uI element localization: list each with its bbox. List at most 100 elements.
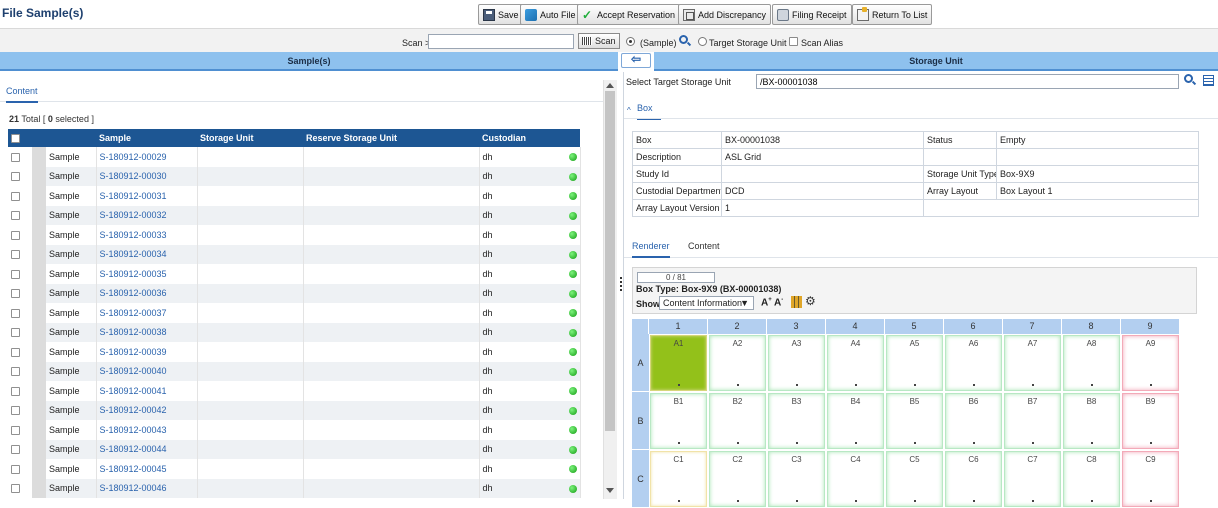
grid-column-header[interactable]: 1 bbox=[649, 319, 708, 334]
sample-link[interactable]: S-180912-00036 bbox=[100, 288, 167, 298]
left-scrollbar-thumb[interactable] bbox=[605, 91, 615, 431]
column-header-reserve-storage-unit[interactable]: Reserve Storage Unit bbox=[303, 129, 479, 147]
grid-cell[interactable]: A4 bbox=[827, 335, 884, 391]
search-icon[interactable] bbox=[679, 35, 688, 44]
row-checkbox[interactable] bbox=[11, 406, 20, 416]
scroll-down-arrow-icon[interactable] bbox=[606, 488, 614, 493]
table-row[interactable]: Sample S-180912-00040 dh bbox=[8, 361, 581, 381]
row-drag-handle[interactable] bbox=[32, 264, 46, 284]
grid-column-header[interactable]: 5 bbox=[885, 319, 944, 334]
sample-link[interactable]: S-180912-00040 bbox=[100, 366, 167, 376]
grid-cell[interactable]: B5 bbox=[886, 393, 943, 449]
sample-link[interactable]: S-180912-00029 bbox=[100, 152, 167, 162]
row-drag-handle[interactable] bbox=[32, 186, 46, 206]
row-drag-handle[interactable] bbox=[32, 420, 46, 440]
scan-alias-checkbox[interactable] bbox=[789, 37, 798, 46]
table-row[interactable]: Sample S-180912-00029 dh bbox=[8, 147, 581, 167]
table-row[interactable]: Sample S-180912-00036 dh bbox=[8, 283, 581, 303]
scan-button[interactable]: Scan bbox=[578, 33, 620, 49]
grid-cell[interactable]: A5 bbox=[886, 335, 943, 391]
target-list-icon[interactable] bbox=[1203, 75, 1214, 86]
row-drag-handle[interactable] bbox=[32, 400, 46, 420]
row-drag-handle[interactable] bbox=[32, 381, 46, 401]
row-checkbox[interactable] bbox=[11, 152, 20, 162]
row-drag-handle[interactable] bbox=[32, 478, 46, 498]
return-to-list-button[interactable]: Return To List bbox=[852, 4, 933, 25]
sample-link[interactable]: S-180912-00044 bbox=[100, 444, 167, 454]
row-checkbox[interactable] bbox=[11, 269, 20, 279]
row-checkbox[interactable] bbox=[11, 172, 20, 182]
grid-column-header[interactable]: 8 bbox=[1062, 319, 1121, 334]
grid-cell[interactable]: A6 bbox=[945, 335, 1002, 391]
grid-row-header[interactable]: C bbox=[632, 450, 649, 508]
table-row[interactable]: Sample S-180912-00031 dh bbox=[8, 186, 581, 206]
table-row[interactable]: Sample S-180912-00038 dh bbox=[8, 322, 581, 342]
tab-content-right[interactable]: Content bbox=[688, 241, 720, 251]
auto-file-button[interactable]: Auto File bbox=[520, 4, 581, 25]
scroll-up-arrow-icon[interactable] bbox=[606, 83, 614, 88]
sample-link[interactable]: S-180912-00033 bbox=[100, 230, 167, 240]
row-checkbox[interactable] bbox=[11, 250, 20, 260]
sample-link[interactable]: S-180912-00037 bbox=[100, 308, 167, 318]
grid-column-header[interactable]: 4 bbox=[826, 319, 885, 334]
row-checkbox[interactable] bbox=[11, 230, 20, 240]
font-increase-icon[interactable]: A+ bbox=[761, 297, 772, 308]
table-row[interactable]: Sample S-180912-00044 dh bbox=[8, 439, 581, 459]
grid-cell[interactable]: B6 bbox=[945, 393, 1002, 449]
scan-input[interactable] bbox=[428, 34, 574, 49]
row-drag-handle[interactable] bbox=[32, 166, 46, 186]
sample-link[interactable]: S-180912-00030 bbox=[100, 171, 167, 181]
row-checkbox[interactable] bbox=[11, 289, 20, 299]
grid-cell[interactable]: B2 bbox=[709, 393, 766, 449]
sample-link[interactable]: S-180912-00032 bbox=[100, 210, 167, 220]
add-discrepancy-button[interactable]: Add Discrepancy bbox=[678, 4, 772, 25]
grid-row-header[interactable]: A bbox=[632, 334, 649, 392]
sample-link[interactable]: S-180912-00034 bbox=[100, 249, 167, 259]
row-drag-handle[interactable] bbox=[32, 147, 46, 167]
accept-reservation-button[interactable]: ✓ Accept Reservation bbox=[577, 4, 681, 25]
sample-link[interactable]: S-180912-00043 bbox=[100, 425, 167, 435]
sample-link[interactable]: S-180912-00042 bbox=[100, 405, 167, 415]
row-checkbox[interactable] bbox=[11, 386, 20, 396]
table-row[interactable]: Sample S-180912-00034 dh bbox=[8, 244, 581, 264]
collapse-caret-icon[interactable]: ^ bbox=[627, 106, 631, 115]
row-drag-handle[interactable] bbox=[32, 225, 46, 245]
grid-cell[interactable]: B7 bbox=[1004, 393, 1061, 449]
grid-column-header[interactable]: 3 bbox=[767, 319, 826, 334]
row-drag-handle[interactable] bbox=[32, 283, 46, 303]
select-all-checkbox[interactable] bbox=[11, 134, 20, 144]
grid-cell[interactable]: A9 bbox=[1122, 335, 1179, 391]
sample-link[interactable]: S-180912-00035 bbox=[100, 269, 167, 279]
table-row[interactable]: Sample S-180912-00030 dh bbox=[8, 166, 581, 186]
show-select[interactable]: Content Information ▼ bbox=[659, 296, 754, 310]
grid-column-header[interactable]: 6 bbox=[944, 319, 1003, 334]
grid-cell[interactable]: B9 bbox=[1122, 393, 1179, 449]
grid-cell[interactable]: B3 bbox=[768, 393, 825, 449]
target-search-icon[interactable] bbox=[1184, 74, 1193, 83]
table-row[interactable]: Sample S-180912-00032 dh bbox=[8, 205, 581, 225]
table-row[interactable]: Sample S-180912-00043 dh bbox=[8, 420, 581, 440]
target-storage-unit-input[interactable] bbox=[756, 74, 1179, 89]
grid-cell[interactable]: A3 bbox=[768, 335, 825, 391]
row-checkbox[interactable] bbox=[11, 347, 20, 357]
row-drag-handle[interactable] bbox=[32, 342, 46, 362]
filing-receipt-button[interactable]: Filing Receipt bbox=[772, 4, 852, 25]
tab-content[interactable]: Content bbox=[6, 86, 38, 103]
column-header-custodian[interactable]: Custodian bbox=[479, 129, 580, 147]
table-row[interactable]: Sample S-180912-00037 dh bbox=[8, 303, 581, 323]
sample-link[interactable]: S-180912-00031 bbox=[100, 191, 167, 201]
radio-target-storage-unit[interactable] bbox=[698, 37, 707, 46]
table-row[interactable]: Sample S-180912-00046 dh bbox=[8, 478, 581, 498]
row-checkbox[interactable] bbox=[11, 484, 20, 494]
sample-link[interactable]: S-180912-00039 bbox=[100, 347, 167, 357]
columns-icon[interactable] bbox=[791, 296, 802, 308]
row-drag-handle[interactable] bbox=[32, 303, 46, 323]
save-button[interactable]: Save bbox=[478, 4, 524, 25]
grid-cell[interactable]: B8 bbox=[1063, 393, 1120, 449]
sample-link[interactable]: S-180912-00045 bbox=[100, 464, 167, 474]
grid-column-header[interactable]: 2 bbox=[708, 319, 767, 334]
grid-cell[interactable]: A8 bbox=[1063, 335, 1120, 391]
table-row[interactable]: Sample S-180912-00042 dh bbox=[8, 400, 581, 420]
table-row[interactable]: Sample S-180912-00039 dh bbox=[8, 342, 581, 362]
row-drag-handle[interactable] bbox=[32, 361, 46, 381]
